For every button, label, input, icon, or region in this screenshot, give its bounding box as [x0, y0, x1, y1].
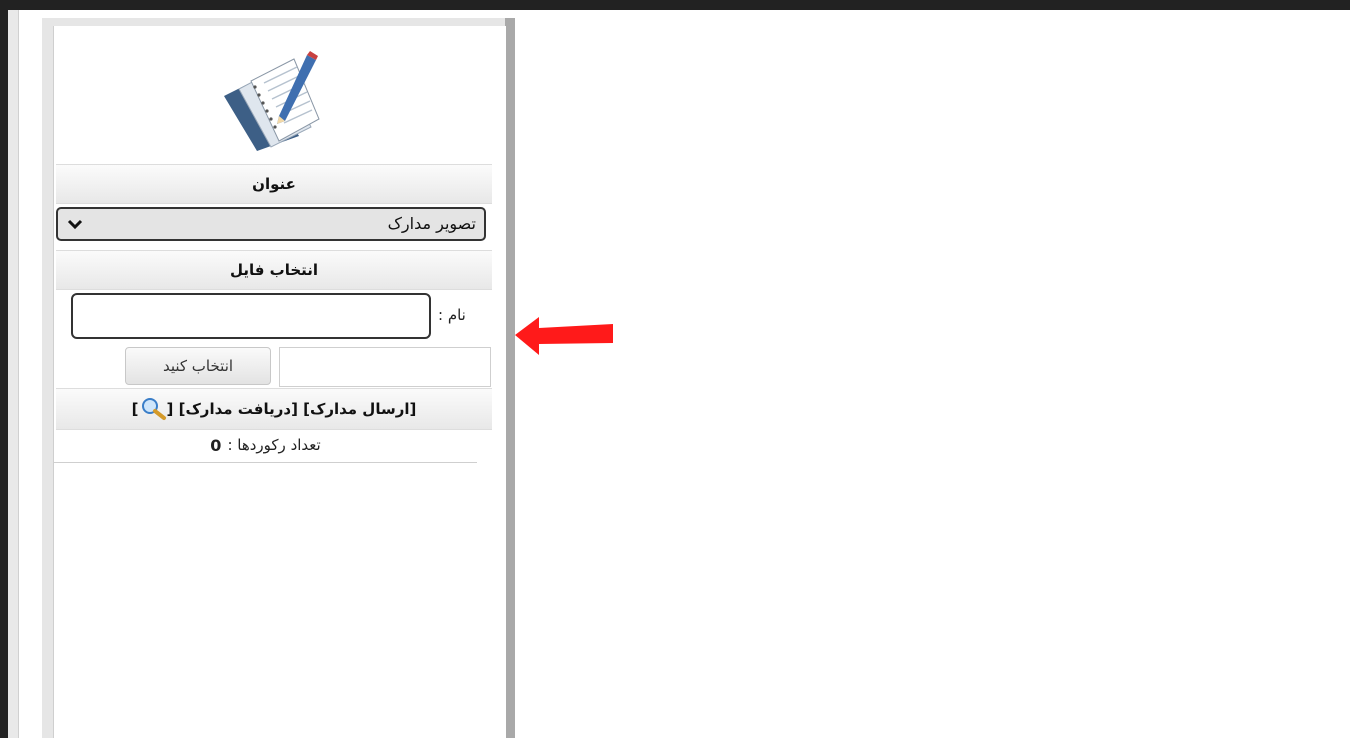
bracket-close: ] [131, 400, 139, 418]
panel-right-border [505, 18, 515, 738]
search-icon[interactable] [139, 397, 167, 421]
chevron-down-icon [67, 219, 83, 230]
send-documents-link[interactable]: ارسال مدارک [310, 400, 410, 418]
file-path-field[interactable] [279, 347, 491, 387]
document-type-selected-value: تصویر مدارک [387, 214, 476, 233]
name-label: نام : [438, 306, 466, 324]
record-count-value: 0 [210, 435, 222, 455]
red-arrow-left-icon [515, 317, 613, 355]
title-header: عنوان [56, 164, 492, 204]
left-edge-strip [8, 10, 19, 738]
document-upload-panel: عنوان تصویر مدارک انتخاب فایل نام : انتخ… [53, 26, 506, 738]
bracket-search-open: ] [ [166, 400, 186, 418]
receive-documents-link[interactable]: دریافت مدارک [185, 400, 291, 418]
bracket-open: [ [409, 400, 417, 418]
record-count-label: تعداد رکوردها : [227, 436, 321, 454]
document-links-bar: [ ارسال مدارک ] [ دریافت مدارک ] [ ] [56, 388, 492, 430]
choose-file-button[interactable]: انتخاب کنید [125, 347, 271, 385]
document-type-select[interactable]: تصویر مدارک [56, 207, 486, 241]
file-section-header: انتخاب فایل [56, 250, 492, 290]
record-count: تعداد رکوردها : 0 [54, 428, 477, 463]
bracket-mid: ] [ [291, 400, 310, 418]
document-edit-icon [224, 51, 320, 151]
name-input[interactable] [71, 293, 431, 339]
